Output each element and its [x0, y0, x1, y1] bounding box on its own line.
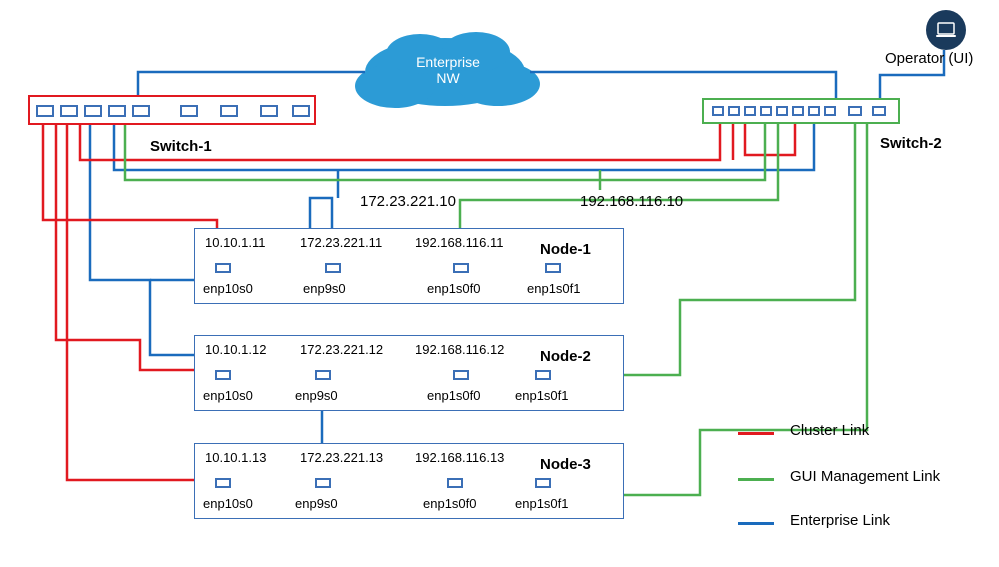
- node2-nic0-label: enp10s0: [203, 388, 253, 403]
- node3-nic2-label: enp1s0f0: [423, 496, 477, 511]
- node-1-label: Node-1: [540, 241, 591, 258]
- switch1-port-4: [108, 105, 126, 117]
- node3-nic-enp9s0: [315, 478, 331, 488]
- switch1-port-8: [260, 105, 278, 117]
- switch2-port-6: [792, 106, 804, 116]
- node2-cluster-ip: 10.10.1.12: [205, 342, 266, 357]
- switch2-port-5: [776, 106, 788, 116]
- switch-2: [702, 98, 900, 124]
- switch2-port-4: [760, 106, 772, 116]
- node2-nic-enp1s0f1: [535, 370, 551, 380]
- laptop-icon: [934, 18, 958, 42]
- node3-nic1-label: enp9s0: [295, 496, 338, 511]
- node2-nic-enp1s0f0: [453, 370, 469, 380]
- node3-gui-ip: 192.168.116.13: [415, 450, 504, 465]
- node1-mgmt-ip: 172.23.221.11: [300, 235, 382, 250]
- operator-icon: [926, 10, 966, 50]
- legend-gui-label: GUI Management Link: [790, 468, 940, 485]
- node1-cluster-ip: 10.10.1.11: [205, 235, 265, 250]
- node3-mgmt-ip: 172.23.221.13: [300, 450, 383, 465]
- node1-nic0-label: enp10s0: [203, 281, 253, 296]
- node-2-label: Node-2: [540, 348, 591, 365]
- node3-nic-enp1s0f1: [535, 478, 551, 488]
- node2-nic1-label: enp9s0: [295, 388, 338, 403]
- switch-1-label: Switch-1: [150, 138, 212, 155]
- switch1-port-6: [180, 105, 198, 117]
- switch-2-label: Switch-2: [880, 135, 942, 152]
- operator-label: Operator (UI): [885, 50, 973, 67]
- switch1-port-9: [292, 105, 310, 117]
- node2-nic2-label: enp1s0f0: [427, 388, 481, 403]
- enterprise-nw-label: Enterprise NW: [413, 54, 483, 86]
- node1-nic3-label: enp1s0f1: [527, 281, 581, 296]
- node1-nic-enp9s0: [325, 263, 341, 273]
- node2-gui-ip: 192.168.116.12: [415, 342, 504, 357]
- node1-nic1-label: enp9s0: [303, 281, 346, 296]
- node3-cluster-ip: 10.10.1.13: [205, 450, 266, 465]
- node1-nic-enp1s0f1: [545, 263, 561, 273]
- node-1-box: 10.10.1.11 172.23.221.11 192.168.116.11 …: [194, 228, 624, 304]
- legend-ent-label: Enterprise Link: [790, 512, 890, 529]
- switch1-port-1: [36, 105, 54, 117]
- vip-gui-ip: 192.168.116.10: [580, 193, 683, 210]
- switch1-port-7: [220, 105, 238, 117]
- node2-mgmt-ip: 172.23.221.12: [300, 342, 383, 357]
- node-3-label: Node-3: [540, 456, 591, 473]
- node1-nic-enp1s0f0: [453, 263, 469, 273]
- node3-nic3-label: enp1s0f1: [515, 496, 569, 511]
- switch2-port-3: [744, 106, 756, 116]
- switch2-port-9: [848, 106, 862, 116]
- legend-gui-swatch: [738, 478, 774, 481]
- switch1-port-2: [60, 105, 78, 117]
- legend-cluster-label: Cluster Link: [790, 422, 869, 439]
- node1-gui-ip: 192.168.116.11: [415, 235, 503, 250]
- node2-nic-enp9s0: [315, 370, 331, 380]
- node2-nic-enp10s0: [215, 370, 231, 380]
- node-2-box: 10.10.1.12 172.23.221.12 192.168.116.12 …: [194, 335, 624, 411]
- node2-nic3-label: enp1s0f1: [515, 388, 569, 403]
- vip-mgmt-ip: 172.23.221.10: [360, 193, 456, 210]
- node3-nic0-label: enp10s0: [203, 496, 253, 511]
- switch2-port-7: [808, 106, 820, 116]
- switch1-port-5: [132, 105, 150, 117]
- switch2-port-1: [712, 106, 724, 116]
- switch-1: [28, 95, 316, 125]
- node1-nic2-label: enp1s0f0: [427, 281, 481, 296]
- switch2-port-8: [824, 106, 836, 116]
- node1-nic-enp10s0: [215, 263, 231, 273]
- node-3-box: 10.10.1.13 172.23.221.13 192.168.116.13 …: [194, 443, 624, 519]
- node3-nic-enp10s0: [215, 478, 231, 488]
- legend-ent-swatch: [738, 522, 774, 525]
- switch2-port-10: [872, 106, 886, 116]
- node3-nic-enp1s0f0: [447, 478, 463, 488]
- legend-cluster-swatch: [738, 432, 774, 435]
- switch2-port-2: [728, 106, 740, 116]
- switch1-port-3: [84, 105, 102, 117]
